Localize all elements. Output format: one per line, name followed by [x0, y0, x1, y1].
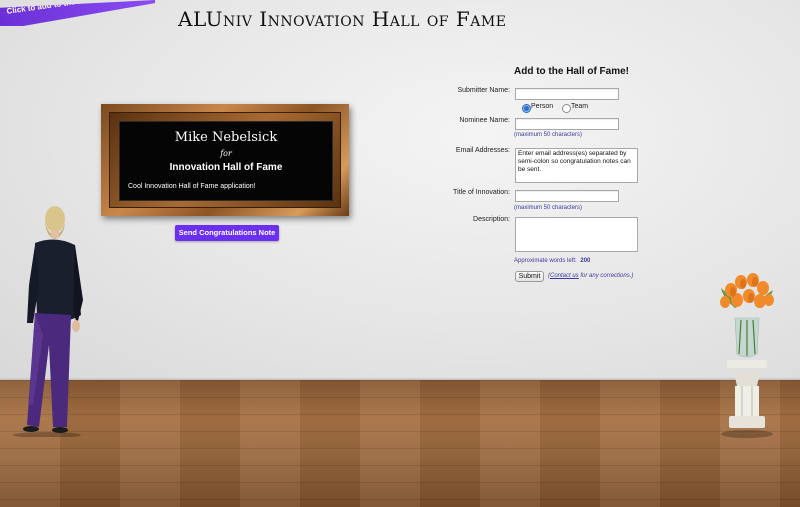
radio-person[interactable]	[522, 104, 531, 113]
submitter-label: Submitter Name:	[457, 87, 510, 94]
picture-frame: Mike Nebelsick for Innovation Hall of Fa…	[101, 104, 349, 216]
submitter-name-input[interactable]	[515, 88, 619, 100]
wooden-floor	[0, 380, 800, 507]
radio-team[interactable]	[562, 104, 571, 113]
form-title: Add to the Hall of Fame!	[514, 66, 629, 77]
plaque-for: for	[220, 149, 232, 158]
plaque-name: Mike Nebelsick	[174, 130, 278, 145]
plaque: Mike Nebelsick for Innovation Hall of Fa…	[119, 121, 333, 201]
description-textarea[interactable]	[515, 217, 638, 252]
nominee-hint: (maximum 50 characters)	[514, 132, 583, 138]
radio-person-label: Person	[531, 103, 554, 110]
flower-vase-icon	[720, 273, 774, 438]
submit-button[interactable]: Submit	[515, 271, 544, 282]
description-label: Description:	[473, 216, 510, 223]
contact-rest: for any corrections.)	[578, 273, 634, 279]
innovation-label: Title of Innovation:	[453, 189, 510, 196]
plaque-hall: Innovation Hall of Fame	[169, 162, 283, 173]
innovation-title-input[interactable]	[515, 190, 619, 202]
woman-figure-icon	[13, 206, 83, 437]
plaque-description: Cool Innovation Hall of Fame application…	[128, 183, 256, 190]
contact-text: (Contact us for any corrections.)	[548, 273, 633, 279]
innovation-hint: (maximum 50 characters)	[514, 205, 583, 211]
page-title: ALUniv Innovation Hall of Fame	[178, 7, 507, 31]
email-addresses-textarea[interactable]: Enter email address(es) separated by sem…	[515, 148, 638, 183]
nominee-label: Nominee Name:	[459, 117, 510, 124]
words-left-count: 200	[580, 258, 591, 264]
contact-us-link[interactable]: Contact us	[550, 273, 579, 279]
nominee-name-input[interactable]	[515, 118, 619, 130]
radio-team-label: Team	[571, 103, 589, 110]
send-congratulations-button[interactable]: Send Congratulations Note	[175, 225, 279, 241]
words-left-text: Approximate words left: 200	[514, 258, 590, 264]
words-left-label: Approximate words left:	[514, 258, 577, 264]
email-label: Email Addresses:	[455, 147, 510, 154]
